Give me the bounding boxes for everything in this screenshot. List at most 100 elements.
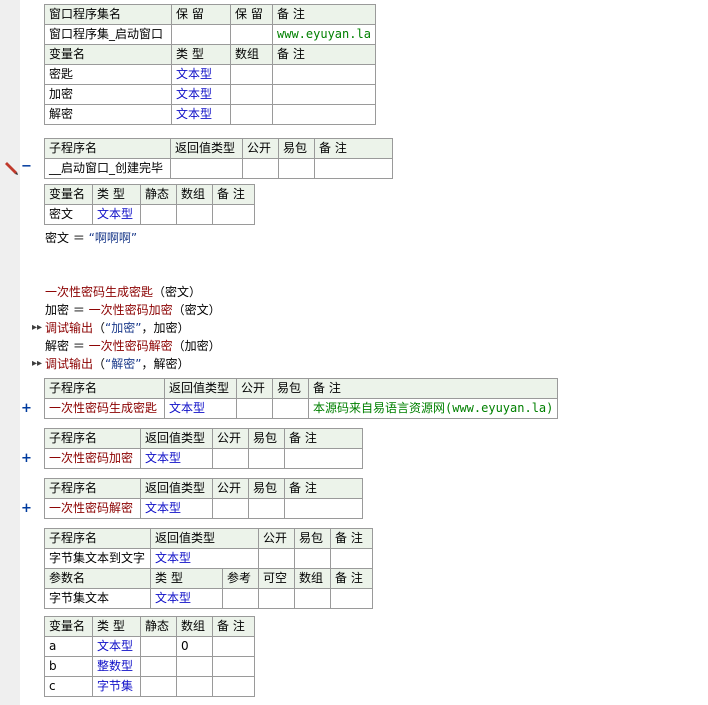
var-type[interactable]: 文本型 xyxy=(92,204,141,225)
cell[interactable] xyxy=(284,498,363,519)
return-type[interactable]: 文本型 xyxy=(150,548,259,569)
var-array[interactable] xyxy=(176,656,213,677)
cell[interactable] xyxy=(258,588,295,609)
return-type[interactable]: 文本型 xyxy=(140,498,213,519)
cell[interactable] xyxy=(272,64,376,85)
assembly-note[interactable]: www.eyuyan.la xyxy=(272,24,376,45)
collapse-marker[interactable]: − xyxy=(21,159,32,174)
expand-marker[interactable]: + xyxy=(21,501,32,516)
cell[interactable] xyxy=(258,548,295,569)
sub-name[interactable]: __启动窗口_创建完毕 xyxy=(44,158,171,179)
var-type[interactable]: 文本型 xyxy=(171,104,231,125)
cell[interactable] xyxy=(230,104,273,125)
header-cell: 备 注 xyxy=(307,378,559,399)
var-array[interactable]: 0 xyxy=(176,636,213,657)
var-name[interactable]: 解密 xyxy=(44,104,172,125)
code-line[interactable]: 一次性密码生成密匙（密文） xyxy=(45,283,201,301)
cell[interactable] xyxy=(230,84,273,105)
code-line[interactable]: 调试输出（“解密”，解密） xyxy=(45,355,189,373)
cell[interactable] xyxy=(242,158,279,179)
sub-name[interactable]: 一次性密码生成密匙 xyxy=(44,398,165,419)
header-cell: 易包 xyxy=(294,528,331,549)
var-type[interactable]: 整数型 xyxy=(92,656,141,677)
code-func: 一次性密码生成密匙 xyxy=(45,285,154,299)
sub-name[interactable]: 一次性密码加密 xyxy=(44,448,141,469)
var-type[interactable]: 字节集 xyxy=(92,676,141,697)
cell[interactable] xyxy=(212,448,249,469)
cell[interactable] xyxy=(140,204,177,225)
return-type[interactable]: 文本型 xyxy=(140,448,213,469)
breakpoint-icon[interactable]: ▸▸ xyxy=(32,322,42,333)
sub-name[interactable]: 一次性密码解密 xyxy=(44,498,141,519)
cell[interactable] xyxy=(314,158,393,179)
cell[interactable] xyxy=(284,448,363,469)
cell[interactable] xyxy=(236,398,273,419)
cell[interactable] xyxy=(278,158,315,179)
var-array[interactable] xyxy=(176,676,213,697)
code-var: 加密 xyxy=(45,303,70,317)
header-cell: 变量名 xyxy=(44,44,172,65)
header-cell: 公开 xyxy=(212,428,249,449)
header-cell: 备 注 xyxy=(330,528,373,549)
cell[interactable] xyxy=(212,204,255,225)
var-type[interactable]: 文本型 xyxy=(171,64,231,85)
expand-marker[interactable]: + xyxy=(21,451,32,466)
code-func: 调试输出 xyxy=(45,357,94,371)
cell[interactable] xyxy=(212,636,255,657)
sub-note[interactable]: 本源码来自易语言资源网(www.eyuyan.la) xyxy=(307,398,559,419)
code-line[interactable]: 调试输出（“加密”，加密） xyxy=(45,319,189,337)
expand-marker[interactable]: + xyxy=(21,401,32,416)
var-type[interactable]: 文本型 xyxy=(171,84,231,105)
cell[interactable] xyxy=(212,656,255,677)
cell[interactable] xyxy=(272,398,309,419)
header-cell: 窗口程序集名 xyxy=(44,4,172,25)
code-string: “加密” xyxy=(105,321,142,335)
header-cell: 参考 xyxy=(222,568,259,589)
header-cell: 返回值类型 xyxy=(140,478,213,499)
header-cell: 类 型 xyxy=(171,44,231,65)
cell[interactable] xyxy=(140,636,177,657)
code-op: ＝ xyxy=(69,339,89,353)
cell[interactable] xyxy=(140,676,177,697)
var-name[interactable]: c xyxy=(44,676,93,697)
header-cell: 子程序名 xyxy=(44,378,165,399)
cell[interactable] xyxy=(272,84,376,105)
var-name[interactable]: 密匙 xyxy=(44,64,172,85)
cell[interactable] xyxy=(171,24,231,45)
cell[interactable] xyxy=(330,548,373,569)
cell[interactable] xyxy=(272,104,376,125)
cell[interactable] xyxy=(170,158,243,179)
var-name[interactable]: 密文 xyxy=(44,204,93,225)
code-line[interactable]: 解密 ＝ 一次性密码解密（加密） xyxy=(45,337,221,355)
cell[interactable] xyxy=(294,548,331,569)
breakpoint-icon[interactable]: ▸▸ xyxy=(32,358,42,369)
cell[interactable] xyxy=(330,588,373,609)
cell[interactable] xyxy=(248,498,285,519)
cell[interactable] xyxy=(248,448,285,469)
sub-name[interactable]: 字节集文本到文字 xyxy=(44,548,151,569)
cell[interactable] xyxy=(212,676,255,697)
param-name[interactable]: 字节集文本 xyxy=(44,588,151,609)
assembly-table: 窗口程序集名 保 留 保 留 备 注 窗口程序集_启动窗口 www.eyuyan… xyxy=(44,4,376,125)
var-name[interactable]: b xyxy=(44,656,93,677)
cell[interactable] xyxy=(176,204,213,225)
code-line[interactable]: 密文 ＝ “啊啊啊” xyxy=(45,229,137,247)
code-args: （密文） xyxy=(172,303,221,317)
assembly-name[interactable]: 窗口程序集_启动窗口 xyxy=(44,24,172,45)
header-cell: 子程序名 xyxy=(44,428,141,449)
header-cell: 公开 xyxy=(212,478,249,499)
cell[interactable] xyxy=(222,588,259,609)
cell[interactable] xyxy=(230,24,273,45)
code-line[interactable]: 加密 ＝ 一次性密码加密（密文） xyxy=(45,301,221,319)
var-type[interactable]: 文本型 xyxy=(92,636,141,657)
cell[interactable] xyxy=(294,588,331,609)
return-type[interactable]: 文本型 xyxy=(164,398,237,419)
var-name[interactable]: a xyxy=(44,636,93,657)
cell[interactable] xyxy=(230,64,273,85)
param-type[interactable]: 文本型 xyxy=(150,588,223,609)
var-name[interactable]: 加密 xyxy=(44,84,172,105)
cell[interactable] xyxy=(140,656,177,677)
sub-header-table: 子程序名 返回值类型 公开 易包 备 注 一次性密码解密 文本型 xyxy=(44,478,363,519)
cell[interactable] xyxy=(212,498,249,519)
local-var-table: 变量名 类 型 静态 数组 备 注 a 文本型 0 b 整数型 c 字节集 xyxy=(44,616,255,697)
